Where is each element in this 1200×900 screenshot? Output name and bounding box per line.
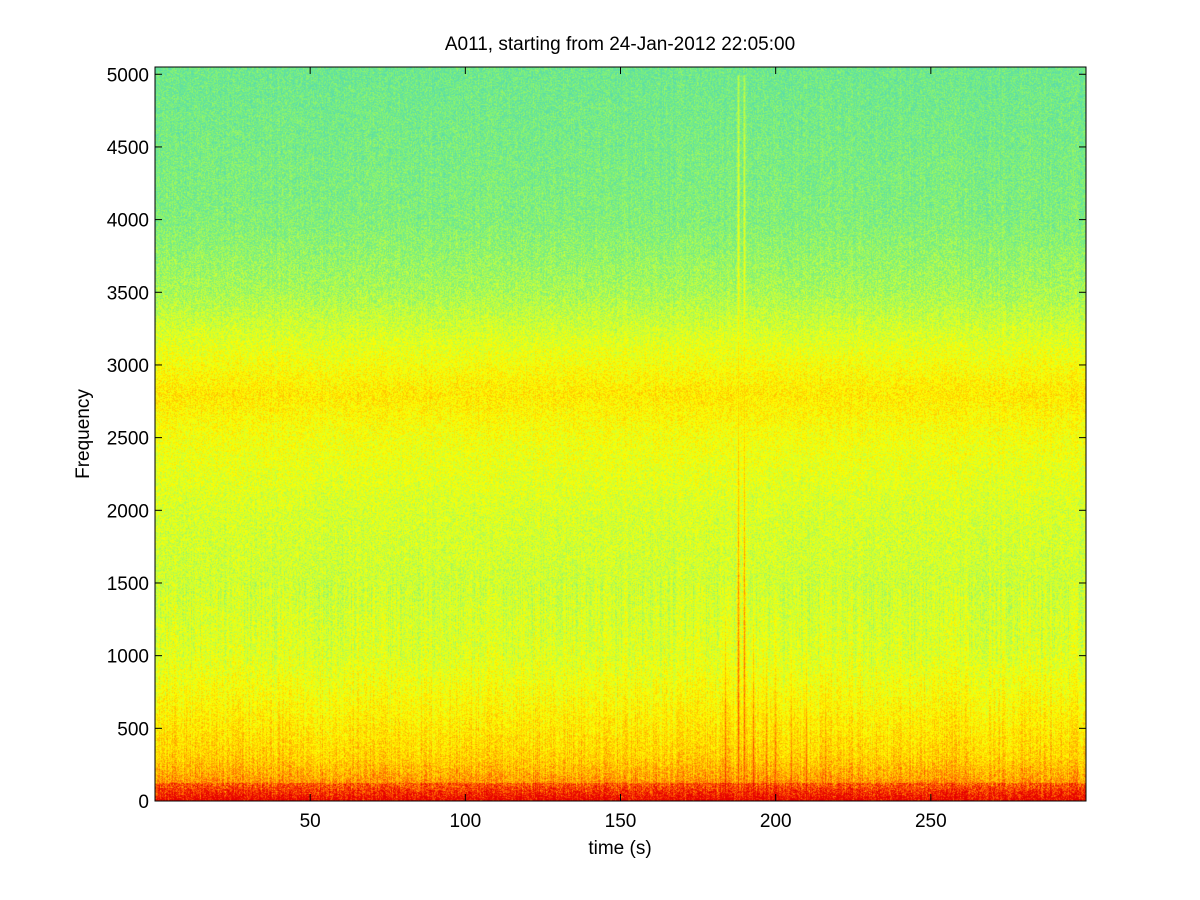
y-tick-label: 3000 <box>107 356 149 377</box>
chart-title: A011, starting from 24-Jan-2012 22:05:00 <box>445 34 795 55</box>
y-tick-label: 3500 <box>107 283 149 304</box>
x-tick-label: 50 <box>300 811 321 832</box>
y-tick-label: 4000 <box>107 211 149 232</box>
plot-area <box>154 66 1087 802</box>
spectrogram-image <box>155 67 1086 801</box>
y-tick-label: 4500 <box>107 138 149 159</box>
spectrogram-chart: A011, starting from 24-Jan-2012 22:05:00… <box>73 34 1087 859</box>
x-tick-label: 150 <box>605 811 637 832</box>
y-axis-label: Frequency <box>73 389 94 479</box>
y-tick-label: 2000 <box>107 501 149 522</box>
y-tick-label: 5000 <box>107 65 149 86</box>
x-tick-label: 200 <box>760 811 792 832</box>
y-tick-label: 500 <box>117 719 149 740</box>
y-tick-label: 2500 <box>107 429 149 450</box>
y-tick-label: 1500 <box>107 574 149 595</box>
y-tick-label: 1000 <box>107 647 149 668</box>
x-tick-label: 100 <box>449 811 481 832</box>
x-tick-label: 250 <box>915 811 947 832</box>
x-axis-label: time (s) <box>588 838 651 859</box>
y-tick-label: 0 <box>138 792 149 813</box>
